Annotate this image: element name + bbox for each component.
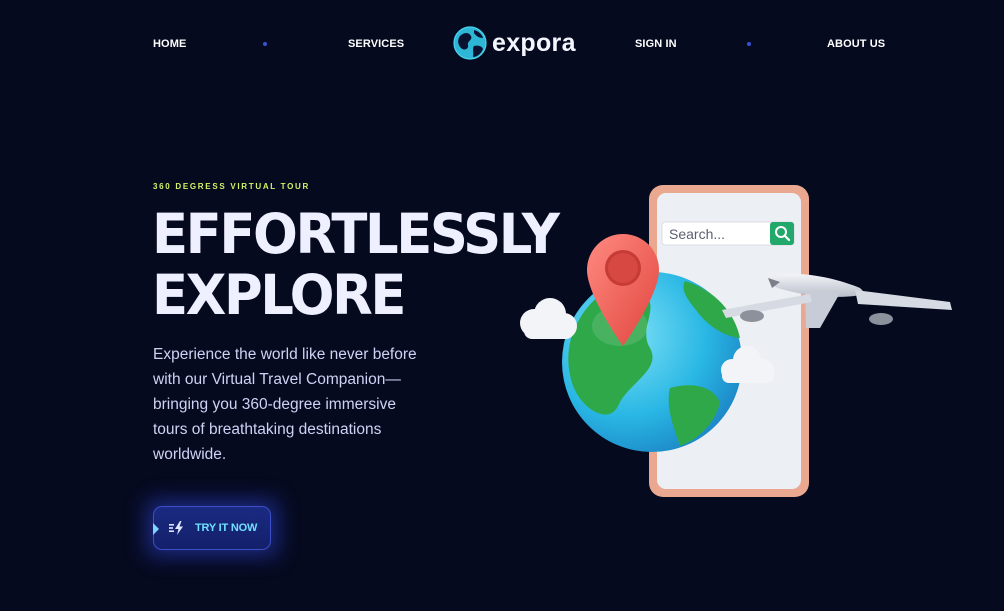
headline-line-1: EFFORTLESSLY: [152, 202, 560, 266]
hero-headline: EFFORTLESSLY EXPLORE: [152, 202, 560, 327]
cloud-left: [520, 298, 577, 339]
top-navigation: HOME SERVICES expora SIGN IN ABOUT US: [0, 0, 1004, 90]
play-indicator-icon: [153, 523, 159, 535]
hero-description: Experience the world like never before w…: [153, 346, 417, 463]
cta-label: TRY IT NOW: [195, 522, 258, 534]
nav-home[interactable]: HOME: [153, 38, 186, 50]
hero-eyebrow: 360 DEGRESS VIRTUAL TOUR: [153, 182, 310, 191]
nav-about-us[interactable]: ABOUT US: [827, 38, 885, 50]
try-it-now-button[interactable]: TRY IT NOW: [153, 506, 271, 550]
nav-separator-dot: [263, 42, 267, 46]
brand-logo[interactable]: expora: [452, 24, 576, 62]
globe-shape: [562, 272, 742, 452]
nav-sign-in[interactable]: SIGN IN: [635, 38, 677, 50]
nav-separator-dot: [747, 42, 751, 46]
globe-icon: [453, 26, 487, 60]
brand-name: expora: [492, 28, 576, 57]
illustration-search-bar: Search...: [661, 221, 795, 246]
nav-services[interactable]: SERVICES: [348, 38, 404, 50]
illustration-search-text: Search...: [669, 226, 725, 242]
headline-line-2: EXPLORE: [152, 263, 406, 327]
lightning-icon: [169, 521, 183, 535]
travel-illustration: Search...: [520, 185, 952, 497]
